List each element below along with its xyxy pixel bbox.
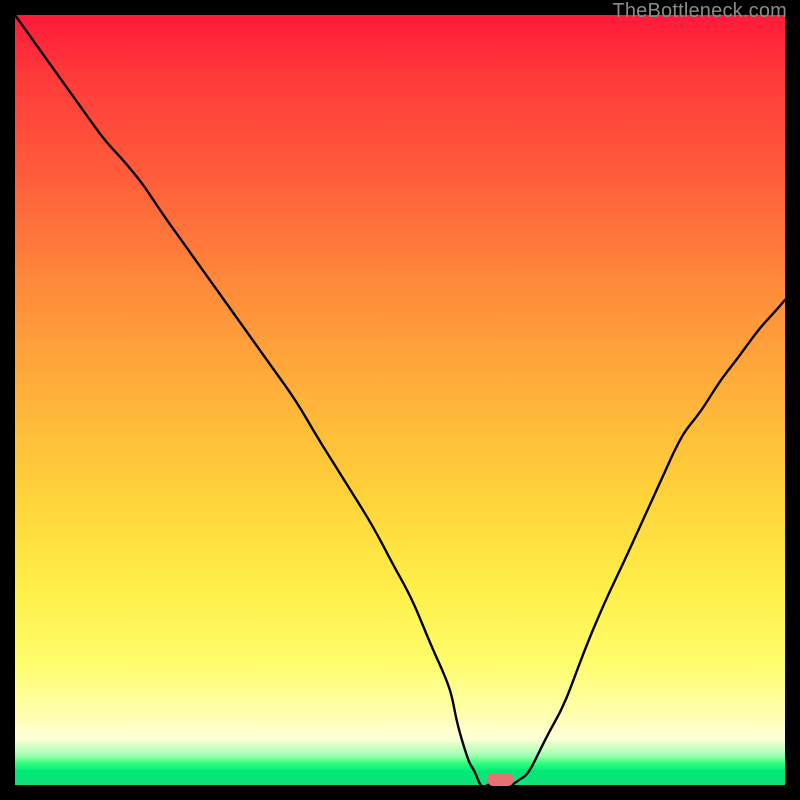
optimal-point-marker xyxy=(487,773,514,786)
plot-gradient-background xyxy=(15,15,785,785)
chart-frame: TheBottleneck.com xyxy=(0,0,800,800)
watermark-text: TheBottleneck.com xyxy=(612,0,787,23)
